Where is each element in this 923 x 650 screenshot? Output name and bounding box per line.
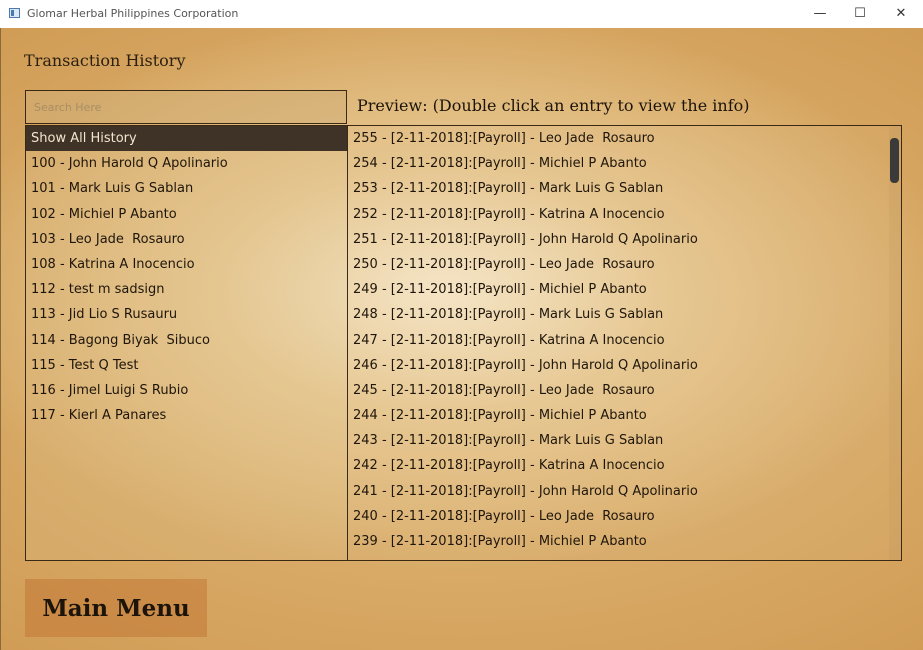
employee-list-item[interactable]: 108 - Katrina A Inocencio [26, 252, 347, 277]
transaction-entry[interactable]: 245 - [2-11-2018]:[Payroll] - Leo Jade R… [348, 378, 901, 403]
transaction-entry[interactable]: 253 - [2-11-2018]:[Payroll] - Mark Luis … [348, 176, 901, 201]
transaction-entry[interactable]: 241 - [2-11-2018]:[Payroll] - John Harol… [348, 479, 901, 504]
main-content: Transaction History Preview: (Double cli… [0, 28, 923, 650]
main-menu-button[interactable]: Main Menu [25, 579, 207, 637]
employee-list-item[interactable]: 117 - Kierl A Panares [26, 403, 347, 428]
transaction-entry[interactable]: 254 - [2-11-2018]:[Payroll] - Michiel P … [348, 151, 901, 176]
employee-list-item[interactable]: 101 - Mark Luis G Sablan [26, 176, 347, 201]
transaction-entry[interactable]: 248 - [2-11-2018]:[Payroll] - Mark Luis … [348, 302, 901, 327]
employee-list-item[interactable]: 116 - Jimel Luigi S Rubio [26, 378, 347, 403]
transaction-entry[interactable]: 255 - [2-11-2018]:[Payroll] - Leo Jade R… [348, 126, 901, 151]
transaction-entry[interactable]: 239 - [2-11-2018]:[Payroll] - Michiel P … [348, 529, 901, 554]
transaction-entry[interactable]: 240 - [2-11-2018]:[Payroll] - Leo Jade R… [348, 504, 901, 529]
employee-list[interactable]: Show All History 100 - John Harold Q Apol… [25, 125, 348, 561]
search-input[interactable] [26, 91, 346, 123]
transaction-entry[interactable]: 252 - [2-11-2018]:[Payroll] - Katrina A … [348, 202, 901, 227]
close-button[interactable]: ✕ [881, 0, 921, 28]
scrollbar-track[interactable] [889, 126, 901, 560]
app-window-icon [9, 8, 20, 18]
transaction-entry[interactable]: 243 - [2-11-2018]:[Payroll] - Mark Luis … [348, 428, 901, 453]
preview-label: Preview: (Double click an entry to view … [357, 96, 750, 115]
show-all-history-item[interactable]: Show All History [26, 126, 347, 152]
transaction-entry[interactable]: 244 - [2-11-2018]:[Payroll] - Michiel P … [348, 403, 901, 428]
employee-list-item[interactable]: 103 - Leo Jade Rosauro [26, 227, 347, 252]
employee-list-item[interactable]: 115 - Test Q Test [26, 353, 347, 378]
minimize-button[interactable]: — [800, 0, 840, 28]
employee-list-item[interactable]: 113 - Jid Lio S Rusauru [26, 302, 347, 327]
transaction-entry[interactable]: 242 - [2-11-2018]:[Payroll] - Katrina A … [348, 453, 901, 478]
employee-list-item[interactable]: 114 - Bagong Biyak Sibuco [26, 328, 347, 353]
window-title: Glomar Herbal Philippines Corporation [27, 7, 239, 20]
employee-list-item[interactable]: 102 - Michiel P Abanto [26, 202, 347, 227]
window-titlebar: Glomar Herbal Philippines Corporation — … [0, 0, 923, 29]
transaction-entries: 255 - [2-11-2018]:[Payroll] - Leo Jade R… [348, 126, 901, 554]
scrollbar-thumb[interactable] [890, 138, 899, 183]
transaction-entry[interactable]: 251 - [2-11-2018]:[Payroll] - John Harol… [348, 227, 901, 252]
employee-list-item[interactable]: 112 - test m sadsign [26, 277, 347, 302]
page-title: Transaction History [24, 51, 186, 70]
maximize-button[interactable]: ☐ [840, 0, 880, 28]
transaction-list[interactable]: 255 - [2-11-2018]:[Payroll] - Leo Jade R… [348, 125, 902, 561]
transaction-entry[interactable]: 249 - [2-11-2018]:[Payroll] - Michiel P … [348, 277, 901, 302]
transaction-entry[interactable]: 250 - [2-11-2018]:[Payroll] - Leo Jade R… [348, 252, 901, 277]
search-box [25, 90, 347, 124]
employee-list-item[interactable]: 100 - John Harold Q Apolinario [26, 151, 347, 176]
transaction-entry[interactable]: 246 - [2-11-2018]:[Payroll] - John Harol… [348, 353, 901, 378]
transaction-entry[interactable]: 247 - [2-11-2018]:[Payroll] - Katrina A … [348, 328, 901, 353]
